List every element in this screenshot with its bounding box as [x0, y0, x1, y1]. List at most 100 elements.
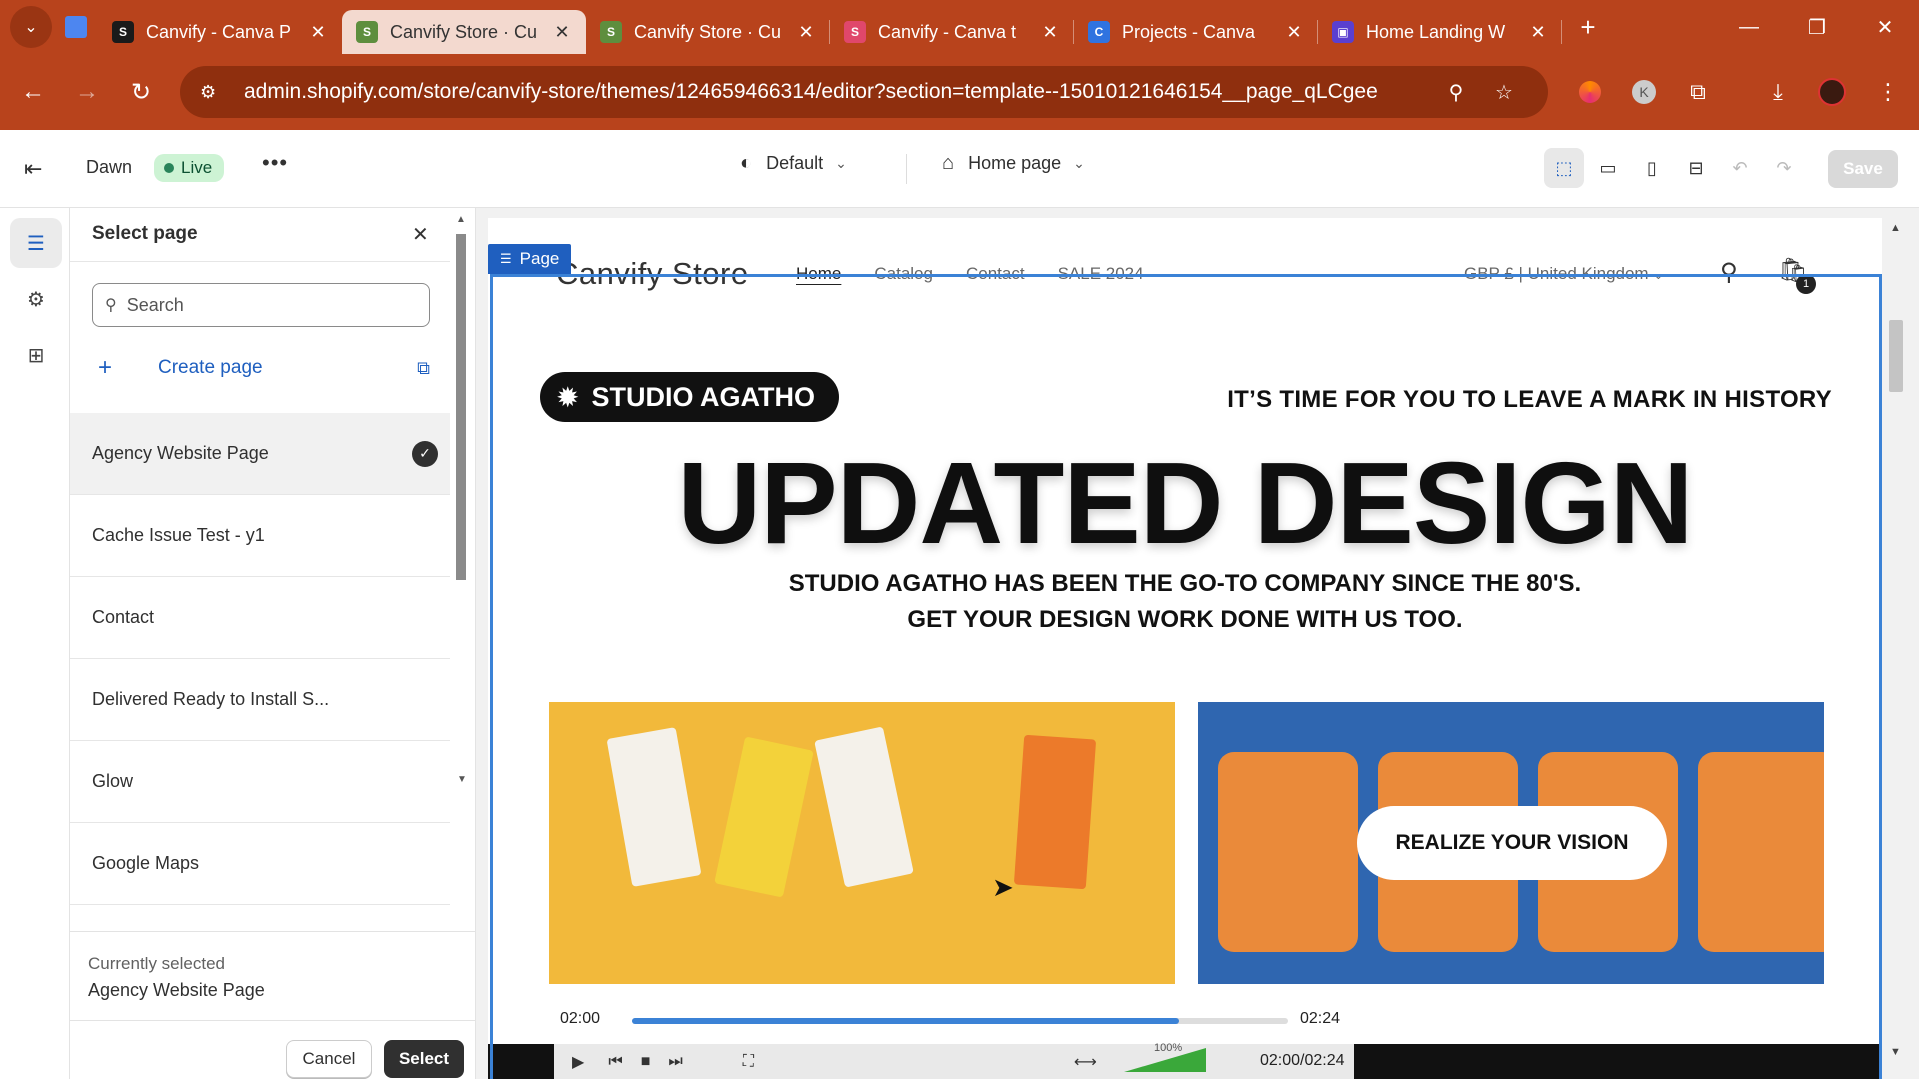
list-item[interactable]: Cache Issue Test - y1: [70, 495, 450, 577]
next-icon[interactable]: ⏭: [668, 1053, 682, 1071]
tab-search-button[interactable]: ⌄: [8, 4, 54, 50]
back-button[interactable]: ←: [6, 78, 60, 106]
browser-tab[interactable]: S Canvify Store · Cu ✕: [586, 10, 830, 54]
desktop-view-icon[interactable]: ▭: [1588, 148, 1628, 188]
realize-vision-button[interactable]: REALIZE YOUR VISION: [1357, 806, 1667, 880]
inspector-toggle-icon[interactable]: ⬚: [1544, 148, 1584, 188]
media-controls-bar: ▶ ⏮ ■ ⏭ ⛶ ⟷ 100% 02:00/02:24: [554, 1042, 1354, 1079]
sections-icon[interactable]: ☰: [10, 218, 62, 268]
mobile-view-icon[interactable]: ▯: [1632, 148, 1672, 188]
cancel-button[interactable]: Cancel: [286, 1040, 372, 1078]
minimize-icon[interactable]: —: [1715, 0, 1783, 54]
currently-selected-label: Currently selected: [88, 954, 226, 973]
profile-k-icon[interactable]: K: [1626, 74, 1662, 110]
store-search-icon[interactable]: ⚲: [1720, 258, 1738, 287]
tab-title: Canvify - Canva t: [878, 21, 1017, 42]
close-window-icon[interactable]: ✕: [1851, 0, 1919, 54]
new-tab-button[interactable]: +: [1568, 12, 1608, 43]
extension-icon[interactable]: [1572, 74, 1608, 110]
tab-close-icon[interactable]: ✕: [308, 22, 328, 43]
store-logo[interactable]: Canvify Store: [556, 256, 749, 292]
currency-label: GBP £ | United Kingdom: [1464, 264, 1649, 283]
zoom-icon[interactable]: ⚲: [1432, 80, 1480, 105]
scroll-down-icon[interactable]: ▼: [457, 774, 467, 785]
reload-button[interactable]: ↻: [114, 78, 168, 107]
bookmark-star-icon[interactable]: ☆: [1480, 80, 1528, 105]
page-selector[interactable]: ⌂ Home page ⌄: [942, 152, 1085, 175]
list-item[interactable]: Contact: [70, 577, 450, 659]
restore-icon[interactable]: ❐: [1783, 0, 1851, 54]
loop-icon[interactable]: ⟷: [1074, 1052, 1097, 1072]
save-button[interactable]: Save: [1828, 150, 1898, 188]
list-item[interactable]: Google Maps: [70, 823, 450, 905]
browser-tab[interactable]: S Canvify Store · Cu ✕: [342, 10, 586, 54]
theme-settings-gear-icon[interactable]: ⚙: [10, 274, 62, 324]
editor-topbar: ⇤ Dawn Live ••• ◐ Default ⌄ ⌂ Home page …: [0, 130, 1919, 208]
undo-icon[interactable]: ↶: [1720, 148, 1760, 188]
page-section-tag[interactable]: ☰ Page: [488, 244, 572, 274]
subheadline-line-1: STUDIO AGATHO HAS BEEN THE GO-TO COMPANY…: [788, 570, 1582, 597]
scroll-up-icon[interactable]: ▲: [453, 214, 469, 225]
browser-tab[interactable]: S Canvify - Canva P ✕: [98, 10, 342, 54]
previous-icon[interactable]: ⏮: [608, 1053, 622, 1071]
list-item[interactable]: Agency Website Page ✓: [70, 413, 450, 495]
list-item[interactable]: Glow: [70, 741, 450, 823]
external-link-icon[interactable]: ⧉: [417, 358, 430, 379]
address-bar[interactable]: ⚙ admin.shopify.com/store/canvify-store/…: [180, 66, 1548, 118]
stop-icon[interactable]: ■: [641, 1053, 651, 1071]
avatar[interactable]: [1814, 74, 1850, 110]
select-button[interactable]: Select: [384, 1040, 464, 1078]
subheadline-line-2: GET YOUR DESIGN WORK DONE WITH US TOO.: [907, 606, 1463, 633]
app-embeds-icon[interactable]: ⊞: [10, 330, 62, 380]
site-settings-icon[interactable]: ⚙: [200, 82, 228, 103]
preview-scrollbar[interactable]: ▲ ▼: [1886, 218, 1906, 1079]
currently-selected-value: Agency Website Page: [88, 980, 265, 1000]
create-page-button[interactable]: + Create page ⧉: [92, 348, 430, 388]
fullscreen-view-icon[interactable]: ⊟: [1676, 148, 1716, 188]
nav-link[interactable]: SALE 2024: [1058, 264, 1144, 284]
close-icon[interactable]: ✕: [412, 222, 429, 247]
browser-menu-icon[interactable]: ⋮: [1870, 74, 1906, 110]
exit-icon[interactable]: ⇤: [24, 156, 42, 182]
browser-tab[interactable]: S Canvify - Canva t ✕: [830, 10, 1074, 54]
template-selector[interactable]: ◐ Default ⌄: [740, 152, 847, 175]
hero-section[interactable]: ✹ STUDIO AGATHO IT’S TIME FOR YOU TO LEAV…: [488, 328, 1882, 1079]
panel-scrollbar[interactable]: ▲ ▼: [453, 214, 469, 920]
nav-link[interactable]: Catalog: [874, 264, 933, 284]
url-text: admin.shopify.com/store/canvify-store/th…: [244, 80, 1378, 103]
current-time: 02:00: [560, 1010, 601, 1027]
forward-button[interactable]: →: [60, 78, 114, 106]
browser-tab[interactable]: C Projects - Canva ✕: [1074, 10, 1318, 54]
sunburst-icon: ✹: [556, 381, 580, 413]
seek-bar[interactable]: [632, 1018, 1288, 1024]
scroll-down-icon[interactable]: ▼: [1890, 1046, 1901, 1058]
tab-title: Projects - Canva: [1122, 21, 1256, 42]
volume-slider[interactable]: 100%: [1124, 1042, 1206, 1074]
scroll-up-icon[interactable]: ▲: [1890, 222, 1901, 234]
list-item[interactable]: Delivered Ready to Install S...: [70, 659, 450, 741]
media-controls: ▶ ⏮ ■ ⏭ ⛶ ⟷ 100% 02:00/02:24: [488, 1042, 1882, 1079]
play-icon[interactable]: ▶: [572, 1052, 584, 1072]
tab-close-icon[interactable]: ✕: [1040, 22, 1060, 43]
redo-icon[interactable]: ↷: [1764, 148, 1804, 188]
tab-close-icon[interactable]: ✕: [1528, 22, 1548, 43]
fullscreen-icon[interactable]: ⛶: [743, 1053, 754, 1071]
nav-link[interactable]: Home: [796, 264, 841, 284]
docs-tab-icon[interactable]: [54, 16, 98, 38]
more-actions-button[interactable]: •••: [262, 150, 288, 176]
tab-close-icon[interactable]: ✕: [552, 22, 572, 43]
store-preview-frame: Canvify Store Home Catalog Contact SALE 202…: [488, 218, 1882, 1079]
currently-selected-footer: Currently selected Agency Website Page C…: [70, 931, 476, 1079]
tab-list: S Canvify - Canva P ✕ S Canvify Store · Cu ✕ S…: [98, 0, 1562, 54]
tab-close-icon[interactable]: ✕: [796, 22, 816, 43]
download-icon[interactable]: ⤓: [1760, 74, 1796, 110]
nav-link[interactable]: Contact: [966, 264, 1025, 284]
currency-selector[interactable]: GBP £ | United Kingdom ⌄: [1464, 264, 1663, 284]
browser-tab[interactable]: ▣ Home Landing W ✕: [1318, 10, 1562, 54]
scrollbar-thumb[interactable]: [456, 234, 466, 580]
tab-title: Home Landing W: [1366, 21, 1506, 42]
tab-close-icon[interactable]: ✕: [1284, 22, 1304, 43]
search-input[interactable]: ⚲ Search: [92, 283, 430, 327]
extensions-puzzle-icon[interactable]: ⧉: [1680, 74, 1716, 110]
scrollbar-thumb[interactable]: [1889, 320, 1903, 392]
